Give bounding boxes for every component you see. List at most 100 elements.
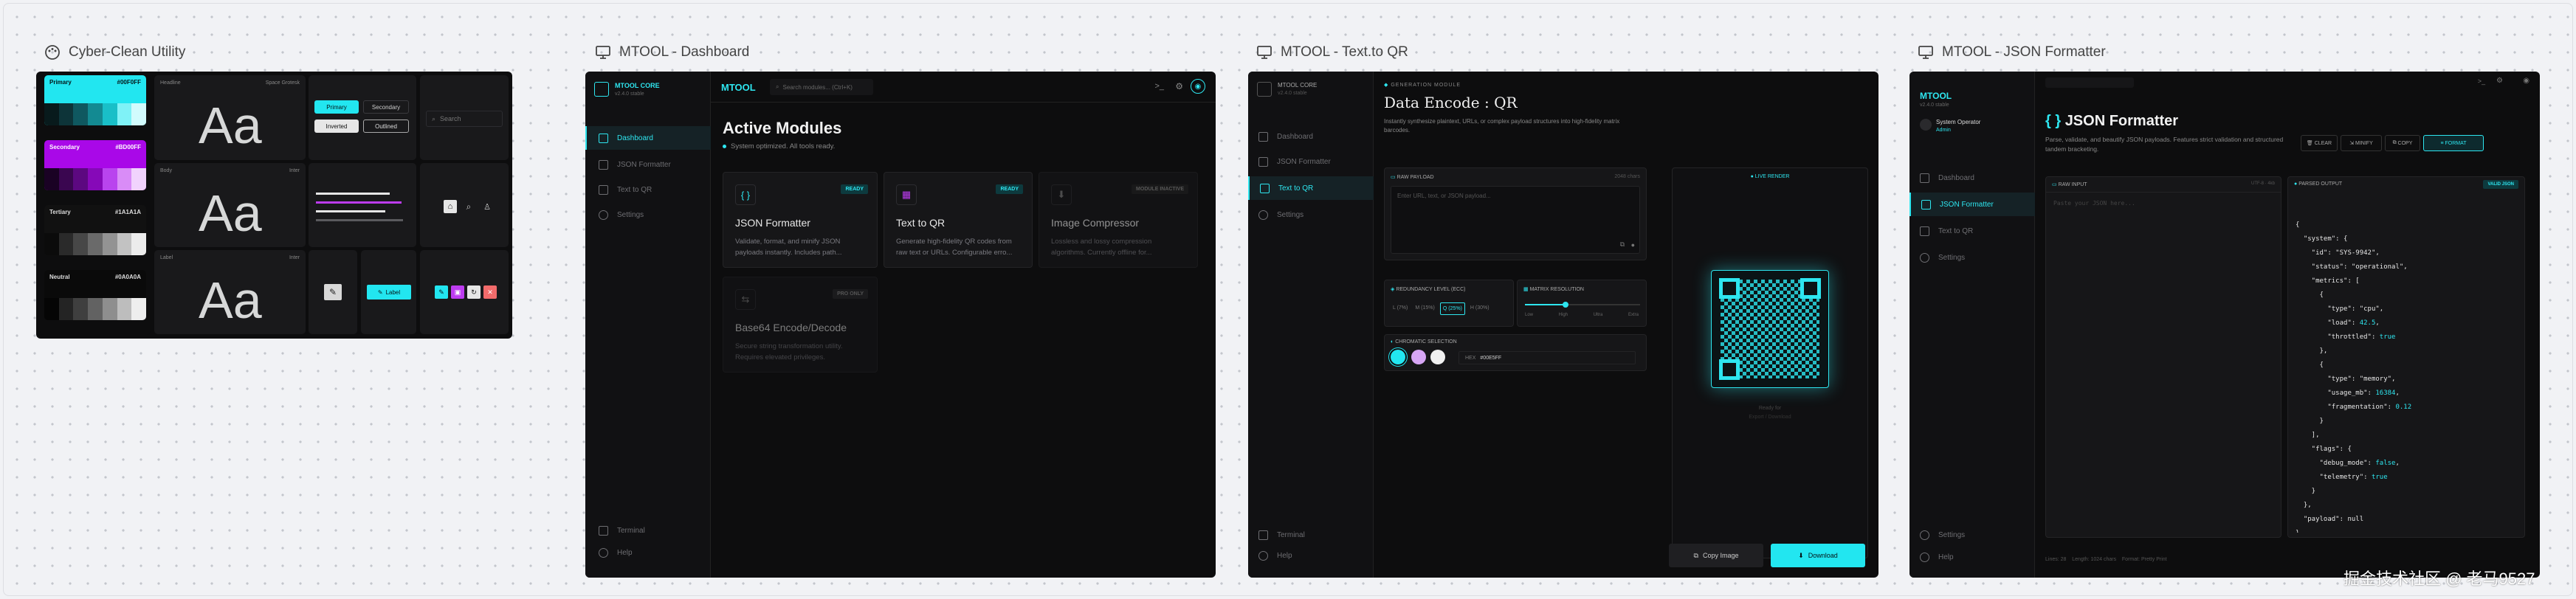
- sidebar-item-help[interactable]: Help: [599, 548, 633, 558]
- gear-icon: [1920, 252, 1929, 263]
- sidebar-item-terminal[interactable]: Terminal: [599, 526, 645, 536]
- sidebar-item-text-to-qr[interactable]: Text to QR: [1248, 176, 1374, 200]
- chip-card-1: ✎: [309, 250, 357, 334]
- home-icon[interactable]: ⌂: [444, 200, 457, 213]
- chromatic-label: ◐ CHROMATIC SELECTION: [1391, 339, 1457, 344]
- module-desc: Lossless and lossy compression algorithm…: [1051, 238, 1152, 257]
- sidebar-item-settings-footer[interactable]: Settings: [1920, 530, 1965, 540]
- gear-icon[interactable]: ⚙: [1175, 81, 1183, 91]
- dashboard-frame: MTOOL CORE v2.4.0 stable Dashboard JSON …: [585, 72, 1216, 578]
- format-button[interactable]: ≡ FORMAT: [2423, 135, 2484, 151]
- monitor-icon: [596, 46, 610, 59]
- ecc-option-q[interactable]: Q (25%): [1439, 302, 1465, 315]
- mic-icon[interactable]: ●: [1631, 241, 1635, 249]
- hex-input[interactable]: HEX #00E5FF: [1459, 351, 1636, 364]
- clear-button[interactable]: 🗑 CLEAR: [2301, 135, 2338, 151]
- terminal-icon[interactable]: >_: [1154, 82, 1164, 91]
- minify-button[interactable]: ⇲ MINIFY: [2341, 135, 2382, 151]
- search-icon[interactable]: ⌕: [462, 200, 475, 213]
- copy-button[interactable]: ⧉ COPY: [2385, 135, 2420, 151]
- sidebar-item-json-formatter[interactable]: JSON Formatter: [1909, 193, 2035, 216]
- inverted-button-sample[interactable]: Inverted: [314, 120, 359, 133]
- avatar[interactable]: [1920, 119, 1932, 131]
- copy-icon[interactable]: ⧉: [1620, 240, 1625, 249]
- primary-button-sample[interactable]: Primary: [314, 100, 359, 114]
- terminal-icon[interactable]: >_: [2478, 77, 2485, 85]
- matrix-label: ▦ MATRIX RESOLUTION: [1523, 287, 1584, 292]
- close-icon[interactable]: ✕: [483, 285, 497, 299]
- braces-icon: [1258, 156, 1268, 167]
- edit-icon[interactable]: ✎: [324, 284, 342, 300]
- code-line: "telemetry": true: [2296, 474, 2388, 481]
- sidebar-item-text-to-qr[interactable]: Text to QR: [599, 178, 652, 201]
- image-icon[interactable]: ▣: [451, 285, 464, 299]
- module-card-image-compressor[interactable]: ⬇ MODULE INACTIVE Image Compressor Lossl…: [1039, 172, 1198, 268]
- ecc-option-h[interactable]: H (30%): [1468, 302, 1492, 315]
- code-line: },: [2296, 347, 2328, 355]
- search-input[interactable]: ⌕ Search modules... (Ctrl+K): [770, 79, 873, 95]
- raw-input-textarea[interactable]: Paste your JSON here...: [2046, 192, 2281, 537]
- download-icon: ⬇: [1051, 184, 1072, 205]
- brand-name: MTOOL CORE: [615, 82, 660, 89]
- grid-icon: [599, 133, 608, 143]
- avatar[interactable]: ◉: [1191, 79, 1205, 94]
- module-card-base64[interactable]: ⇆ PRO ONLY Base64 Encode/Decode Secure s…: [723, 277, 878, 373]
- payload-textarea[interactable]: Enter URL, text, or JSON payload... ⧉ ●: [1391, 186, 1640, 254]
- color-swatch-purple[interactable]: [1411, 350, 1426, 364]
- search-input-sample[interactable]: ⌕ Search: [426, 111, 503, 127]
- sidebar-item-dashboard[interactable]: Dashboard: [1920, 167, 1974, 188]
- color-swatch-white[interactable]: [1430, 350, 1445, 364]
- type-headline: Headline Space Grotesk Aa: [154, 75, 306, 160]
- matrix-slider-track[interactable]: [1525, 302, 1640, 308]
- gear-icon[interactable]: ⚙: [2496, 77, 2503, 85]
- sidebar-item-json-formatter[interactable]: JSON Formatter: [1258, 151, 1331, 172]
- valid-badge: VALID JSON: [2483, 180, 2518, 189]
- sidebar-item-terminal[interactable]: Terminal: [1258, 530, 1305, 540]
- payload-panel: ▭ RAW PAYLOAD 2048 chars Enter URL, text…: [1384, 167, 1647, 260]
- download-button[interactable]: ⬇ Download: [1771, 544, 1865, 567]
- monitor-icon: [1257, 46, 1272, 59]
- sidebar-item-settings[interactable]: Settings: [1920, 247, 1965, 268]
- user-icon[interactable]: ♙: [481, 200, 494, 213]
- page-title: Active Modules: [723, 119, 842, 137]
- sidebar-item-help[interactable]: Help: [1258, 551, 1292, 561]
- sidebar-item-settings[interactable]: Settings: [599, 203, 644, 226]
- code-line: "system": {: [2296, 235, 2348, 243]
- parsed-output-code: { "system": { "id": "SYS-9942", "status"…: [2296, 218, 2520, 533]
- module-card-json-formatter[interactable]: { } READY JSON Formatter Validate, forma…: [723, 172, 878, 268]
- search-card: ⌕ Search: [420, 75, 509, 160]
- swatch-primary: Primary #00F0FF: [44, 75, 146, 125]
- sidebar-item-dashboard[interactable]: Dashboard: [1258, 126, 1313, 147]
- sidebar-item-dashboard[interactable]: Dashboard: [585, 126, 711, 150]
- label-chip[interactable]: ✎ Label: [367, 285, 411, 300]
- color-swatch-cyan[interactable]: [1391, 350, 1405, 364]
- sidebar-item-settings[interactable]: Settings: [1258, 204, 1304, 225]
- matrix-slider-thumb[interactable]: [1562, 302, 1568, 308]
- preview-caption: Ready for: [1758, 406, 1782, 411]
- sidebar-item-text-to-qr[interactable]: Text to QR: [1920, 221, 1973, 241]
- matrix-slider-fill: [1525, 304, 1566, 305]
- outlined-button-sample[interactable]: Outlined: [363, 120, 409, 133]
- gear-icon: [599, 210, 608, 220]
- copy-image-button[interactable]: ⧉ Copy Image: [1669, 544, 1763, 567]
- sidebar-item-json-formatter[interactable]: JSON Formatter: [599, 153, 671, 176]
- ecc-option-l[interactable]: L (7%): [1391, 302, 1410, 315]
- swap-icon: ⇆: [735, 289, 756, 310]
- live-render-label: ● LIVE RENDER: [1750, 174, 1790, 179]
- refresh-icon[interactable]: ↻: [467, 285, 481, 299]
- parsed-output-label: ● PARSED OUTPUT: [2294, 181, 2343, 187]
- terminal-icon: [1258, 530, 1268, 540]
- status-bar: Lines: 28 Length: 1024 chars Format: Pre…: [2045, 557, 2167, 562]
- secondary-button-sample[interactable]: Secondary: [363, 100, 409, 114]
- style-guide-frame: Primary #00F0FF Secondary #BD00FF Tertiary…: [36, 72, 512, 339]
- search-input[interactable]: [2045, 77, 2134, 88]
- qr-icon: [599, 184, 608, 195]
- module-card-text-to-qr[interactable]: ▦ READY Text to QR Generate high-fidelit…: [884, 172, 1033, 268]
- sidebar-item-help[interactable]: Help: [1920, 553, 1954, 562]
- user-icon[interactable]: ◉: [2523, 77, 2529, 85]
- edit-icon[interactable]: ✎: [435, 285, 448, 299]
- search-icon: ⌕: [432, 114, 436, 122]
- ecc-option-m[interactable]: M (15%): [1413, 302, 1436, 315]
- page-title: Data Encode : QR: [1384, 94, 1518, 111]
- download-icon: ⬇: [1798, 551, 1804, 559]
